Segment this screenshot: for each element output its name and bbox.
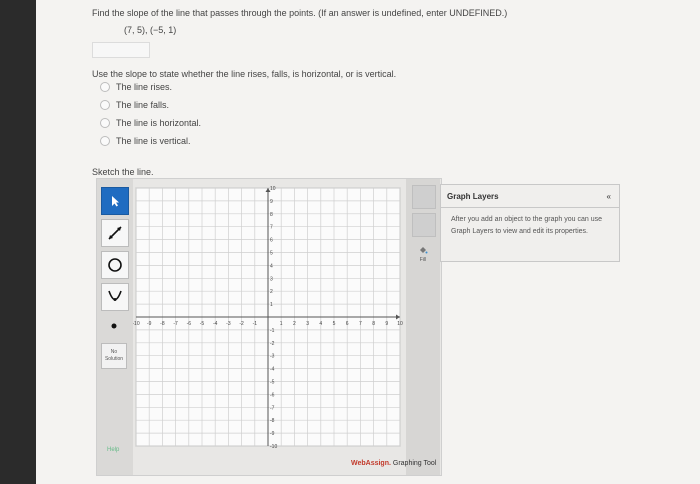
point-icon <box>111 323 117 329</box>
x-tick-label: -1 <box>253 321 258 327</box>
delete-button[interactable] <box>412 185 436 209</box>
radio-rises[interactable] <box>100 82 110 92</box>
y-tick-label: 1 <box>270 302 273 308</box>
x-tick-label: -5 <box>200 321 205 327</box>
coordinate-grid[interactable]: -10 -9 -8 -7 -6 -5 -4 -3 -2 -1 1 2 3 4 5 6 7 8 9 10 10 9 8 7 6 5 4… <box>132 185 403 454</box>
slope-question: Find the slope of the line that passes t… <box>92 8 508 18</box>
x-tick-label: 2 <box>293 321 296 327</box>
x-tick-label: -10 <box>133 321 140 327</box>
x-tick-label: 4 <box>319 321 322 327</box>
x-tick-label: -9 <box>147 321 152 327</box>
y-tick-label: 10 <box>270 186 276 192</box>
classify-prompt: Use the slope to state whether the line … <box>92 69 397 79</box>
tool-palette: No Solution Help <box>97 179 133 475</box>
circle-tool-button[interactable] <box>101 251 129 279</box>
radio-horizontal[interactable] <box>100 118 110 128</box>
y-tick-label: -2 <box>270 341 275 347</box>
y-tick-label: 6 <box>270 238 273 244</box>
points-text: (7, 5), (−5, 1) <box>124 25 177 35</box>
graph-layers-title: Graph Layers <box>447 191 499 201</box>
y-tick-label: 4 <box>270 263 273 269</box>
graph-layers-help: After you add an object to the graph you… <box>451 216 602 235</box>
y-tick-label: -9 <box>270 431 275 437</box>
option-vertical-label: The line is vertical. <box>116 136 191 146</box>
radio-vertical[interactable] <box>100 136 110 146</box>
y-tick-label: -3 <box>270 354 275 360</box>
y-tick-label: -5 <box>270 380 275 386</box>
clear-button[interactable] <box>412 213 436 237</box>
y-tick-label: -10 <box>270 444 277 449</box>
collapse-icon[interactable]: « <box>607 192 611 201</box>
no-solution-button[interactable]: No Solution <box>101 343 127 369</box>
slope-answer-input[interactable] <box>92 42 150 58</box>
x-tick-label: 9 <box>385 321 388 327</box>
y-tick-label: -7 <box>270 405 275 411</box>
y-tick-label: 8 <box>270 212 273 218</box>
option-falls-label: The line falls. <box>116 100 170 110</box>
x-tick-label: 8 <box>372 321 375 327</box>
sketch-label: Sketch the line. <box>92 167 154 177</box>
pointer-tool-button[interactable] <box>101 187 129 215</box>
x-tick-label: 5 <box>333 321 336 327</box>
brand-suffix: Graphing Tool <box>390 460 437 467</box>
x-tick-label: -8 <box>160 321 165 327</box>
line-tool-button[interactable] <box>101 219 129 247</box>
x-tick-label: 10 <box>397 321 403 327</box>
option-vertical[interactable]: The line is vertical. <box>100 136 191 146</box>
webassign-brand: WebAssign. Graphing Tool <box>351 460 436 467</box>
x-tick-label: -6 <box>187 321 192 327</box>
x-tick-label: -7 <box>173 321 178 327</box>
x-tick-label: -4 <box>213 321 218 327</box>
option-horizontal[interactable]: The line is horizontal. <box>100 118 201 128</box>
screen-edge <box>0 0 36 484</box>
help-link[interactable]: Help <box>107 447 119 453</box>
brand-prefix: WebAssign. <box>351 460 391 467</box>
y-tick-label: 7 <box>270 225 273 231</box>
y-tick-label: 9 <box>270 199 273 205</box>
parabola-icon <box>108 290 122 301</box>
cursor-icon <box>112 196 119 207</box>
x-tick-label: -2 <box>239 321 244 327</box>
point-tool-button[interactable] <box>101 313 127 339</box>
y-tick-label: -8 <box>270 418 275 424</box>
x-tick-label: 6 <box>346 321 349 327</box>
y-tick-label: -1 <box>270 328 275 334</box>
y-tick-label: 5 <box>270 251 273 257</box>
y-tick-label: -6 <box>270 392 275 398</box>
grid-svg[interactable]: -10 -9 -8 -7 -6 -5 -4 -3 -2 -1 1 2 3 4 5 6 7 8 9 10 10 9 8 7 6 5 4… <box>132 185 403 450</box>
option-rises-label: The line rises. <box>116 82 173 92</box>
y-tick-label: 3 <box>270 276 273 282</box>
graph-layers-header: Graph Layers « <box>441 185 619 208</box>
parabola-tool-button[interactable] <box>101 283 129 311</box>
option-rises[interactable]: The line rises. <box>100 82 172 92</box>
fill-button[interactable]: Fill <box>411 245 435 271</box>
fill-label: Fill <box>419 257 427 263</box>
y-tick-label: -4 <box>270 367 275 373</box>
graph-layers-panel: Graph Layers « After you add an object t… <box>440 184 620 262</box>
fill-bucket-icon <box>420 247 428 254</box>
graphing-tool: No Solution Help -10 -9 -8 -7 -6 -5 -4 -3 -2 -1 1 2… <box>96 178 442 476</box>
x-tick-label: -3 <box>226 321 231 327</box>
y-tick-label: 2 <box>270 289 273 295</box>
x-tick-label: 7 <box>359 321 362 327</box>
x-tick-label: 1 <box>280 321 283 327</box>
line-icon <box>108 226 122 240</box>
circle-icon <box>108 258 122 272</box>
graph-side-panel: Fill <box>406 179 440 475</box>
option-falls[interactable]: The line falls. <box>100 100 169 110</box>
option-horizontal-label: The line is horizontal. <box>116 118 202 128</box>
radio-falls[interactable] <box>100 100 110 110</box>
x-tick-label: 3 <box>306 321 309 327</box>
